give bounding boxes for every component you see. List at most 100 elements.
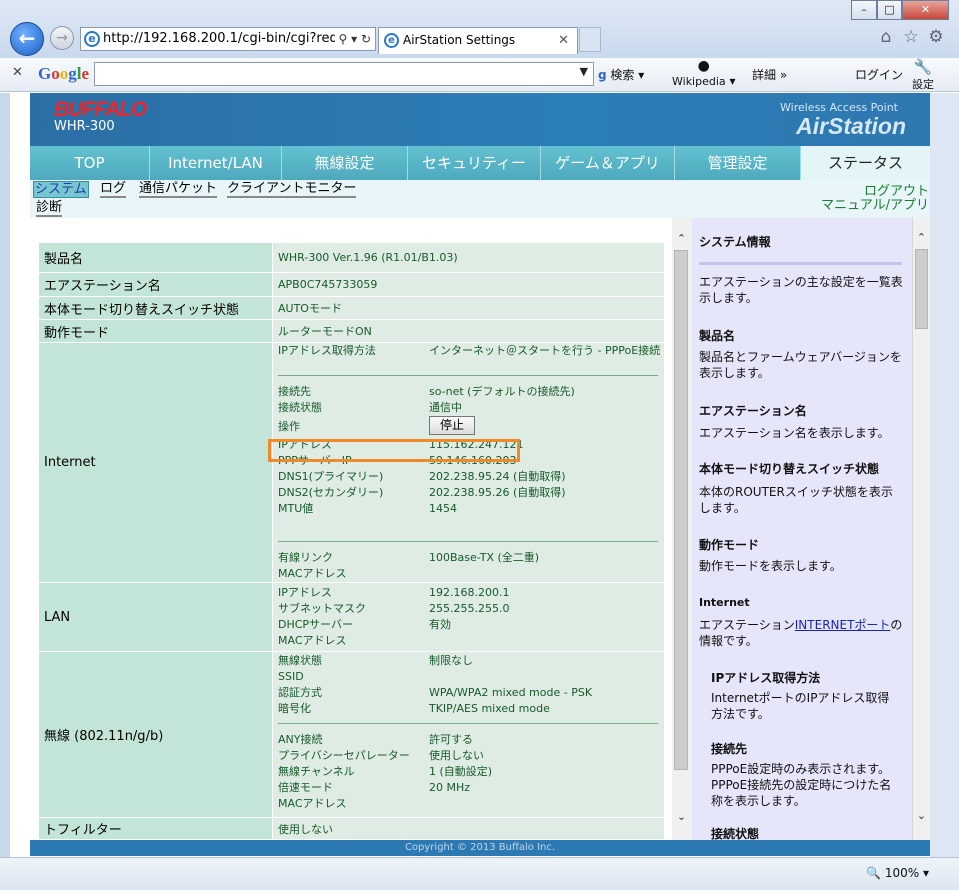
table-row-internet: Internet IPアドレス取得方法 インターネット＠スタートを行う - PPP… (38, 342, 665, 583)
scroll-up-icon[interactable]: ⌃ (913, 231, 930, 249)
subnav-log[interactable]: ログ (100, 181, 127, 198)
help-heading: Internet (699, 596, 750, 609)
search-g-icon: g (598, 68, 607, 82)
tab-top[interactable]: TOP (30, 146, 150, 180)
subnav-diagnostics[interactable]: 診断 (36, 200, 63, 217)
help-panel: システム情報 エアステーションの主な設定を一覧表示します。 製品名 製品名とファ… (692, 218, 912, 840)
manual-link[interactable]: マニュアル/アプリ (821, 194, 929, 213)
help-heading: IPアドレス取得方法 (711, 671, 821, 685)
subnav-system[interactable]: システム (33, 181, 89, 198)
new-tab-button[interactable] (579, 27, 601, 52)
dropdown-arrow-icon[interactable]: ▼ (580, 65, 588, 78)
close-window-button[interactable]: ✕ (902, 0, 949, 20)
row-label: エアステーション名 (38, 272, 273, 297)
browser-window: – □ ✕ ← → e http://192.168.200.1/cgi-bin… (0, 0, 959, 890)
wireless-details: 無線状態 制限なし SSID 認証方式 WPA/WPA2 mixed mode - … (272, 651, 665, 818)
google-toolbar: ✕ Google ▼ g 検索 ▾ ● Wikipedia ▾ 詳細 » ログイン… (0, 58, 959, 92)
zoom-control[interactable]: 🔍 100% ▾ (866, 866, 929, 880)
row-label: 無線 (802.11n/g/b) (38, 651, 273, 818)
help-text: InternetポートのIPアドレス取得方法です。 (711, 691, 890, 721)
row-label: LAN (38, 582, 273, 652)
settings-button[interactable]: 🔧 設定 (912, 58, 934, 92)
status-bar: 🔍 100% ▾ (0, 857, 959, 890)
scroll-down-icon[interactable]: ⌄ (673, 810, 690, 828)
row-label: 本体モード切り替えスイッチ状態 (38, 296, 273, 320)
tab-security[interactable]: セキュリティー (408, 146, 541, 180)
row-label: 動作モード (38, 319, 273, 343)
stop-button[interactable]: 停止 (429, 416, 476, 435)
internet-port-link[interactable]: INTERNETポート (795, 618, 891, 632)
help-heading: 接続状態 (711, 827, 760, 840)
gear-icon[interactable]: ⚙ (926, 27, 946, 47)
wrench-icon: 🔧 (913, 58, 933, 76)
scroll-down-icon[interactable]: ⌄ (913, 809, 930, 827)
help-text: エアステーションINTERNETポートの情報です。 (699, 618, 903, 648)
table-row: トフィルター 使用しない (38, 817, 665, 840)
favorites-star-icon[interactable]: ☆ (901, 27, 921, 47)
details-button[interactable]: 詳細 » (752, 66, 787, 83)
main-nav: TOP Internet/LAN 無線設定 セキュリティー ゲーム＆アプリ 管理… (30, 146, 930, 180)
scroll-up-icon[interactable]: ⌃ (673, 232, 690, 250)
magnifier-icon: 🔍 (866, 866, 882, 880)
help-heading: 動作モード (699, 538, 760, 552)
help-scrollbar[interactable]: ⌃ ⌄ (672, 218, 692, 840)
google-search-button[interactable]: g 検索 ▾ (598, 66, 644, 83)
google-search-input[interactable]: ▼ (94, 62, 594, 86)
table-row-wireless: 無線 (802.11n/g/b) 無線状態 制限なし SSID 認証方式 WPA/W… (38, 651, 665, 818)
help-text: 動作モードを表示します。 (699, 559, 842, 573)
subnav-client-monitor[interactable]: クライアントモニター (227, 181, 357, 198)
forward-arrow-icon[interactable]: → (50, 26, 74, 50)
help-title: システム情報 (699, 235, 771, 249)
table-row: 製品名 WHR-300 Ver.1.96 (R1.01/B1.03) (38, 242, 665, 273)
scroll-thumb[interactable] (674, 250, 688, 770)
globe-icon: ● (697, 58, 710, 74)
tab-game-apps[interactable]: ゲーム＆アプリ (541, 146, 675, 180)
table-row: 本体モード切り替えスイッチ状態 AUTOモード (38, 296, 665, 320)
login-button[interactable]: ログイン (855, 66, 903, 83)
copyright-footer: Copyright © 2013 Buffalo Inc. (30, 840, 930, 856)
address-bar[interactable]: e http://192.168.200.1/cgi-bin/cgi?req ⚲… (80, 27, 376, 51)
address-url: http://192.168.200.1/cgi-bin/cgi?req (103, 31, 338, 46)
maximize-button[interactable]: □ (877, 0, 902, 20)
help-text: エアステーション名を表示します。 (699, 426, 890, 440)
back-arrow-icon[interactable]: ← (10, 22, 44, 56)
help-outer-scrollbar[interactable]: ⌃ ⌄ (912, 217, 930, 840)
ie-page-icon: e (84, 31, 100, 47)
tab-admin[interactable]: 管理設定 (675, 146, 801, 180)
minimize-button[interactable]: – (851, 0, 877, 20)
model-name: WHR-300 (54, 119, 115, 134)
lan-details: IPアドレス 192.168.200.1 サブネットマスク 255.255.255.… (272, 582, 665, 652)
row-value: WHR-300 Ver.1.96 (R1.01/B1.03) (272, 242, 665, 273)
system-info-table: 製品名 WHR-300 Ver.1.96 (R1.01/B1.03) エアステー… (38, 242, 665, 840)
table-row-lan: LAN IPアドレス 192.168.200.1 サブネットマスク 255.255.… (38, 582, 665, 652)
row-value: 使用しない (272, 817, 665, 840)
row-label: トフィルター (38, 817, 273, 840)
browser-tab[interactable]: e AirStation Settings ✕ (378, 27, 578, 54)
google-logo: Google (38, 64, 90, 83)
tab-close-icon[interactable]: ✕ (558, 28, 569, 53)
subnav-packets[interactable]: 通信パケット (139, 181, 218, 198)
sub-nav: システム ログ 通信パケット クライアントモニター 診断 ログアウト マニュアル… (30, 180, 930, 218)
help-heading: 製品名 (699, 329, 736, 343)
status-content: 製品名 WHR-300 Ver.1.96 (R1.01/B1.03) エアステー… (30, 218, 672, 840)
window-frame-left (0, 93, 10, 890)
close-toolbar-icon[interactable]: ✕ (12, 65, 23, 80)
wikipedia-button[interactable]: ● Wikipedia ▾ (672, 58, 736, 88)
help-heading: 本体モード切り替えスイッチ状態 (699, 462, 880, 476)
row-value: ルーターモードON (272, 319, 665, 343)
row-label: Internet (38, 342, 273, 583)
home-icon[interactable]: ⌂ (876, 27, 896, 47)
scroll-thumb[interactable] (915, 249, 928, 329)
tab-status[interactable]: ステータス (801, 146, 930, 180)
help-text: PPPoE設定時のみ表示されます。PPPoE接続先の設定時につけた名称を表示しま… (711, 762, 892, 808)
address-tools-icon[interactable]: ⚲ ▾ ↻ (334, 28, 371, 50)
row-label: 製品名 (38, 242, 273, 273)
help-text: 製品名とファームウェアバージョンを表示します。 (699, 350, 902, 380)
help-heading: エアステーション名 (699, 404, 807, 418)
help-heading: 接続先 (711, 742, 748, 756)
tab-wireless[interactable]: 無線設定 (282, 146, 408, 180)
tab-internet-lan[interactable]: Internet/LAN (150, 146, 282, 180)
window-frame-right (930, 93, 959, 890)
tab-title: AirStation Settings (403, 33, 516, 47)
ip-address-highlight-box (268, 439, 520, 462)
